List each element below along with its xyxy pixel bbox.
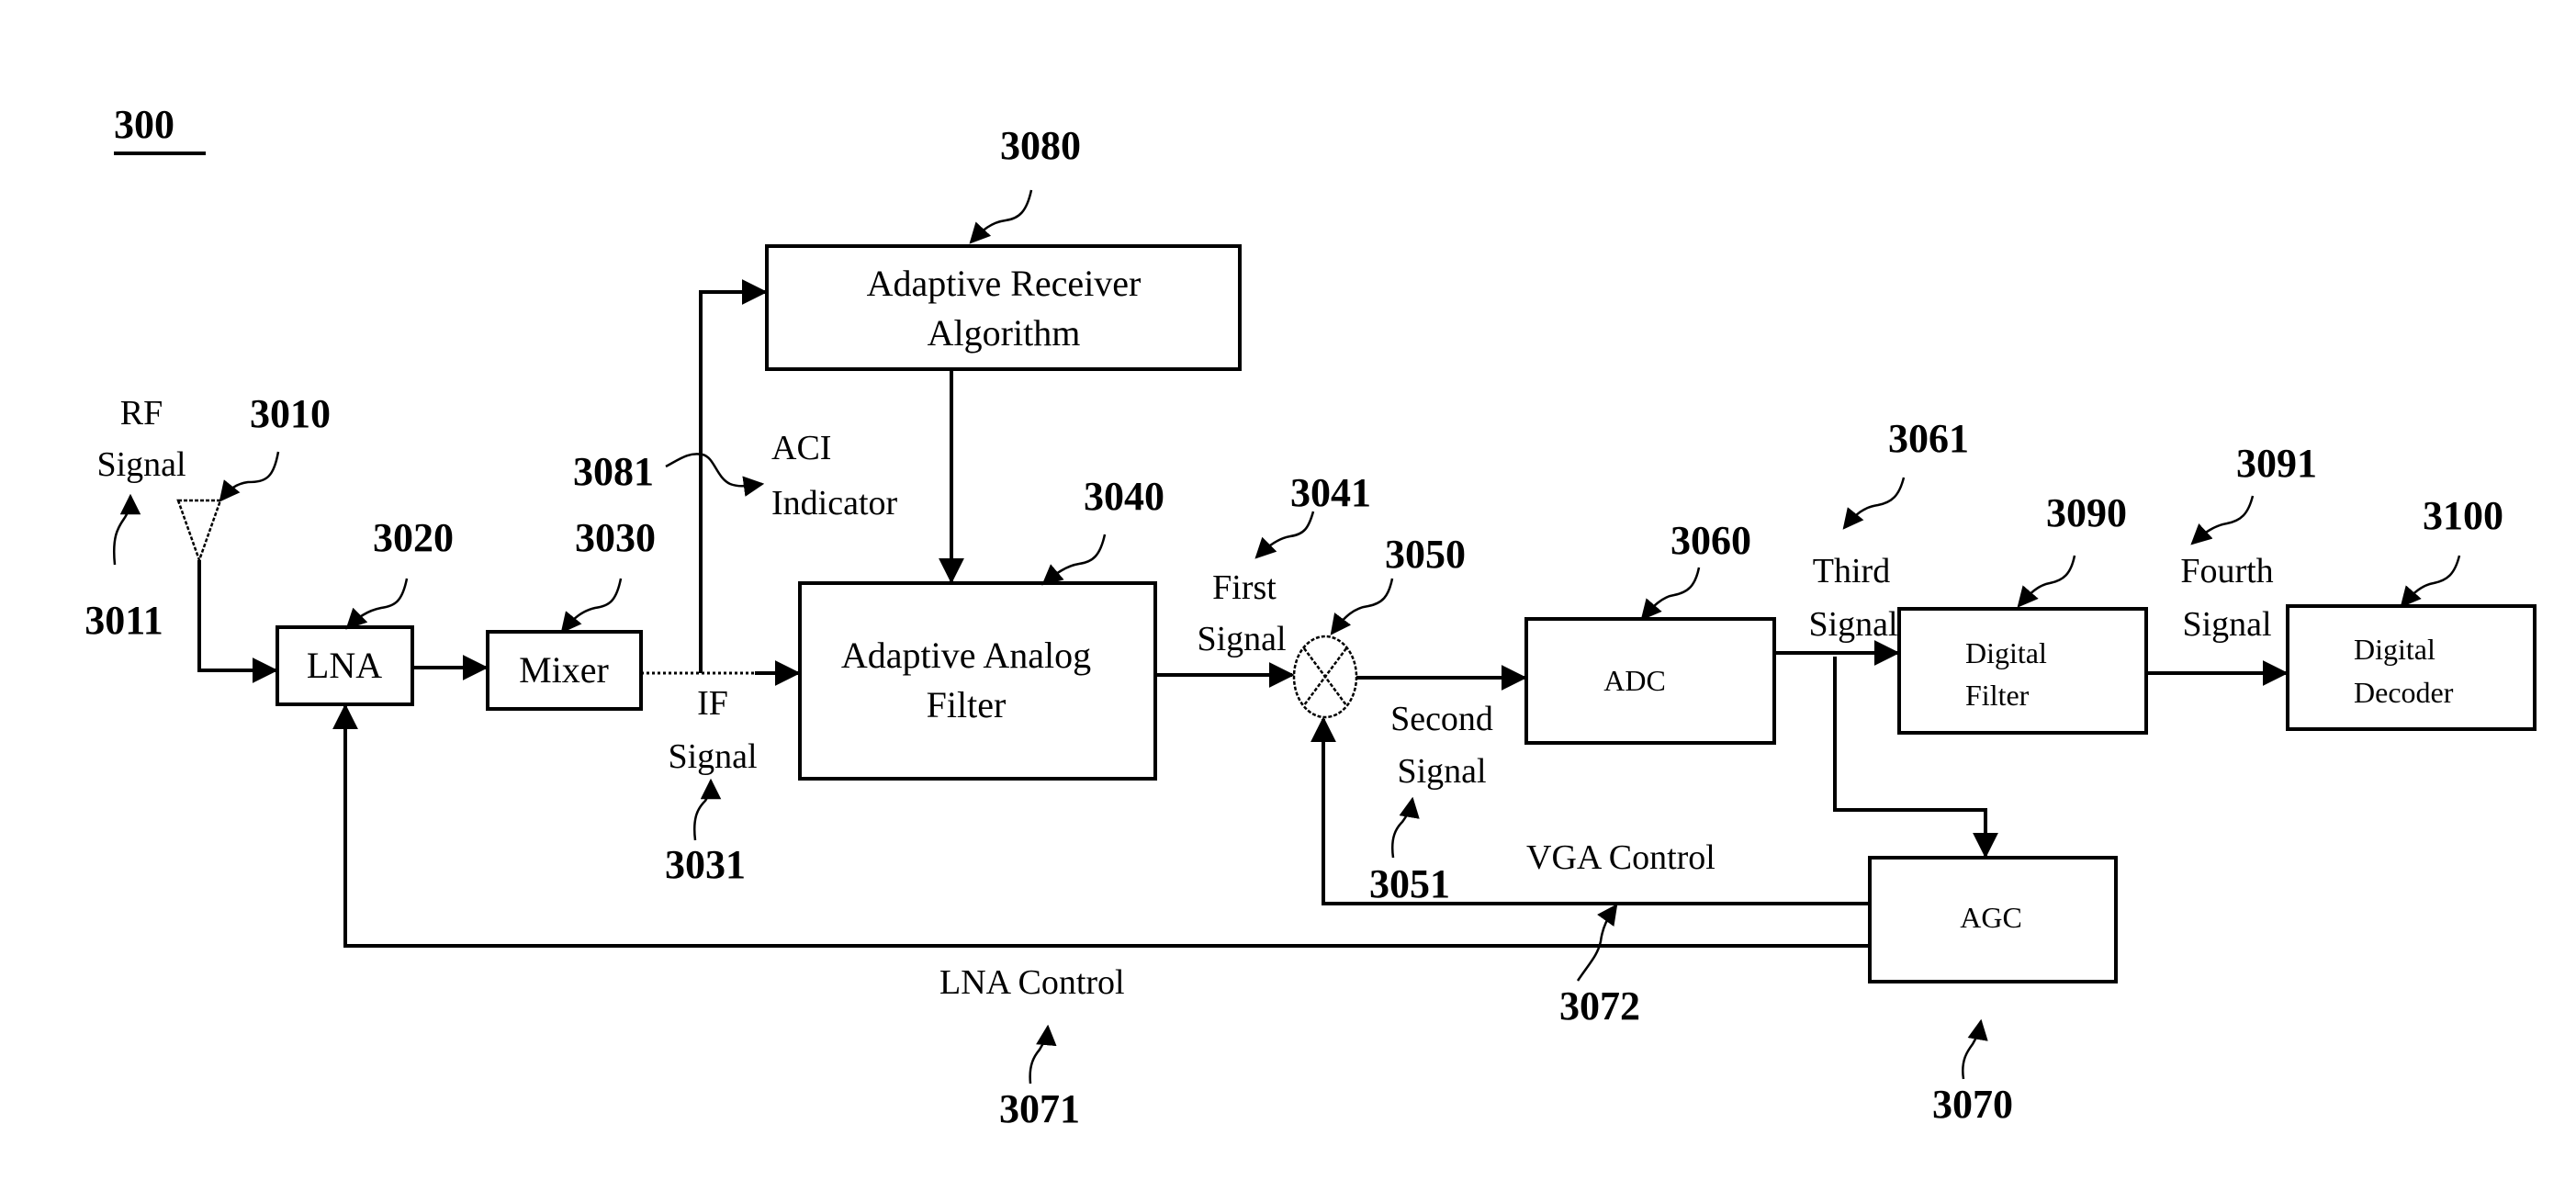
if-signal-label-line2: Signal: [668, 737, 757, 776]
agc-label: AGC: [1960, 901, 2022, 934]
lna-block: LNA: [276, 625, 414, 706]
leader-3040: [1041, 534, 1107, 586]
leader-3011: [113, 493, 141, 566]
aci-indicator-label-line1: ACI: [771, 429, 831, 467]
aci-indicator-label-line2: Indicator: [771, 484, 898, 523]
antenna-icon: [176, 499, 222, 564]
wire-if-to-receiver-algorithm: [699, 279, 768, 673]
leader-3071: [1029, 1024, 1057, 1084]
adaptive-filter-label-line1: Adaptive Analog: [841, 635, 1091, 676]
leader-3080: [969, 189, 1033, 244]
ref-3051: 3051: [1369, 861, 1450, 906]
ref-3071: 3071: [999, 1086, 1080, 1131]
digital-filter-label-line1: Digital: [1965, 636, 2047, 669]
first-signal-label-line2: Signal: [1197, 620, 1286, 658]
wire-antenna-to-lna: [197, 560, 278, 683]
second-signal-label-line2: Signal: [1397, 752, 1486, 791]
digital-decoder-label-line1: Digital: [2354, 633, 2435, 666]
adc-block: ADC: [1524, 617, 1776, 745]
ref-3031: 3031: [665, 842, 746, 887]
ref-3010: 3010: [250, 391, 331, 436]
leader-3091: [2190, 495, 2255, 545]
third-signal-label-line2: Signal: [1808, 605, 1897, 644]
leader-3010: [219, 451, 280, 502]
ref-3100: 3100: [2423, 493, 2503, 538]
leader-3030: [560, 578, 623, 634]
leader-3060: [1640, 567, 1701, 621]
leader-3072: [1576, 904, 1618, 982]
leader-3070: [1962, 1018, 1988, 1080]
leader-3090: [2017, 555, 2076, 608]
ref-3080: 3080: [1000, 123, 1081, 168]
first-signal-label-line1: First: [1212, 568, 1277, 607]
ref-3090: 3090: [2046, 490, 2127, 535]
ref-3050: 3050: [1385, 532, 1466, 577]
leader-3051: [1391, 796, 1420, 859]
second-signal-label-line1: Second: [1390, 700, 1493, 738]
leader-3020: [345, 578, 409, 630]
agc-block: AGC: [1868, 856, 2118, 983]
leader-3031: [693, 778, 722, 841]
ref-3091: 3091: [2236, 441, 2317, 486]
digital-filter-block: Digital Filter: [1897, 607, 2148, 735]
mixer-block: Mixer: [486, 630, 643, 711]
ref-3020: 3020: [373, 515, 454, 560]
adaptive-analog-filter-block: Adaptive Analog Filter: [798, 581, 1157, 781]
ref-3030: 3030: [575, 515, 656, 560]
adaptive-receiver-label-line2: Algorithm: [928, 312, 1081, 354]
lna-control-label: LNA Control: [939, 963, 1125, 1002]
leader-3050: [1330, 578, 1394, 635]
ref-3061: 3061: [1888, 416, 1969, 461]
leader-3041: [1254, 511, 1315, 559]
mixer-label: Mixer: [519, 649, 609, 691]
rf-signal-label-line2: Signal: [96, 445, 186, 484]
ref-3060: 3060: [1670, 518, 1751, 563]
ref-3081: 3081: [573, 449, 654, 494]
third-signal-label-line1: Third: [1813, 552, 1890, 590]
adaptive-receiver-label-line1: Adaptive Receiver: [867, 263, 1142, 304]
ref-3040: 3040: [1084, 474, 1164, 519]
leader-3061: [1842, 477, 1906, 530]
receiver-block-diagram: 300 LNA Mixer Adaptive Receiver Algorith…: [84, 102, 2537, 1131]
ref-3011: 3011: [84, 598, 163, 643]
ref-3070: 3070: [1932, 1082, 2013, 1127]
digital-decoder-block: Digital Decoder: [2286, 604, 2537, 731]
adaptive-filter-label-line2: Filter: [927, 684, 1007, 725]
leader-3100: [2400, 555, 2461, 608]
digital-filter-label-line2: Filter: [1965, 679, 2030, 712]
lna-label: LNA: [307, 645, 382, 686]
leader-3081: [665, 453, 765, 497]
if-signal-label-line1: IF: [697, 684, 728, 723]
vga-control-label: VGA Control: [1526, 838, 1715, 877]
digital-decoder-label-line2: Decoder: [2354, 676, 2454, 709]
fourth-signal-label-line1: Fourth: [2180, 552, 2273, 590]
adaptive-receiver-algorithm-block: Adaptive Receiver Algorithm: [765, 244, 1242, 371]
ref-3072: 3072: [1559, 983, 1640, 1028]
figure-number: 300: [114, 102, 174, 147]
fourth-signal-label-line2: Signal: [2182, 605, 2271, 644]
multiplier: [1292, 635, 1358, 719]
ref-3041: 3041: [1290, 470, 1371, 515]
adc-label: ADC: [1603, 664, 1666, 697]
rf-signal-label-line1: RF: [120, 394, 163, 433]
